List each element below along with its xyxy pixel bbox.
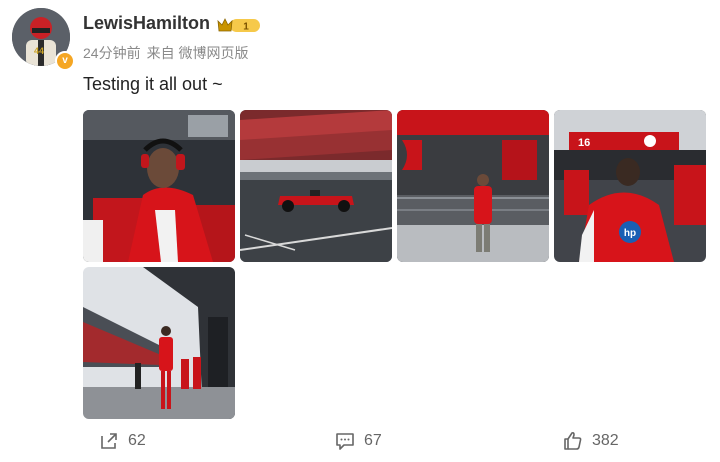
vip-crown-badge-icon[interactable]: 1 <box>216 16 260 34</box>
post-text: Testing it all out ~ <box>83 74 223 94</box>
photo-3[interactable] <box>397 110 549 262</box>
photo-1[interactable] <box>83 110 235 262</box>
photo-team-back-icon: 16 hp <box>554 110 706 262</box>
post-source: 来自 微博网页版 <box>146 45 249 61</box>
photo-5[interactable] <box>83 267 235 419</box>
like-button[interactable]: 382 <box>562 430 619 452</box>
photo-garage-icon <box>397 110 549 262</box>
vip-level: 1 <box>243 22 249 33</box>
like-count: 382 <box>592 432 619 449</box>
garage-number: 16 <box>578 137 590 149</box>
repost-button[interactable]: 62 <box>98 430 146 452</box>
username[interactable]: LewisHamilton <box>83 13 210 34</box>
verified-badge-icon: v <box>55 51 75 71</box>
avatar-number: 44 <box>34 46 44 56</box>
photo-car-track-icon <box>240 110 392 262</box>
hp-logo-text: hp <box>624 228 636 239</box>
photo-headset-icon <box>83 110 235 262</box>
repost-icon <box>101 433 117 449</box>
photo-pitlane-icon <box>83 267 235 419</box>
repost-count: 62 <box>128 432 146 449</box>
thumbs-up-icon <box>564 431 582 450</box>
photo-2[interactable] <box>240 110 392 262</box>
post-meta: 24分钟前 来自 微博网页版 <box>83 43 254 63</box>
comment-icon <box>336 433 354 450</box>
comment-count: 67 <box>364 432 382 449</box>
photo-4[interactable]: 16 hp <box>554 110 706 262</box>
comment-button[interactable]: 67 <box>334 430 382 452</box>
post-time[interactable]: 24分钟前 <box>83 45 141 61</box>
